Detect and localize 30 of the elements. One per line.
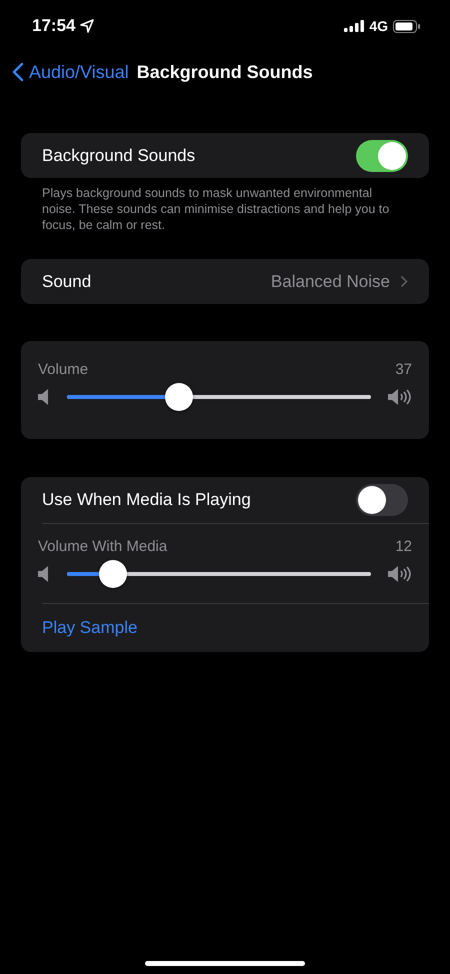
- slider-thumb[interactable]: [98, 560, 127, 588]
- back-chevron-icon: [12, 62, 24, 82]
- setting-value: Balanced Noise: [270, 272, 390, 292]
- status-time: 17:54: [32, 16, 76, 36]
- setting-label: Sound: [42, 272, 92, 292]
- speaker-low-icon: [38, 389, 50, 405]
- speaker-loud-icon: [388, 565, 412, 583]
- signal-icon: [344, 20, 364, 32]
- slider-reading: 37: [395, 361, 412, 378]
- slider-label: Volume: [38, 361, 88, 378]
- speaker-loud-icon: [388, 388, 412, 406]
- back-button[interactable]: Audio/Visual: [12, 62, 129, 82]
- network-label: 4G: [369, 18, 388, 34]
- slider-reading: 12: [395, 538, 412, 555]
- toggle-switch[interactable]: [356, 140, 408, 172]
- chevron-icon: [400, 275, 408, 288]
- slider[interactable]: [67, 560, 371, 588]
- location-arrow-icon: [80, 19, 94, 33]
- toggle-switch[interactable]: [356, 484, 408, 516]
- footer-text: Plays background sounds to mask unwanted environmental noise. These sounds can minimise distractions and help you to focus, be calm or rest.: [41, 185, 390, 233]
- slider[interactable]: [67, 383, 371, 411]
- play-sample-link[interactable]: Play Sample: [42, 618, 138, 638]
- settings-card[interactable]: Sound Balanced Noise: [21, 259, 429, 304]
- setting-label: Background Sounds: [42, 146, 196, 166]
- battery-icon: [393, 20, 420, 32]
- speaker-low-icon: [38, 566, 50, 582]
- slider-thumb[interactable]: [165, 383, 194, 411]
- slider-label: Volume With Media: [38, 538, 168, 555]
- setting-label: Use When Media Is Playing: [42, 490, 251, 510]
- page-title: Background Sounds: [136, 62, 313, 82]
